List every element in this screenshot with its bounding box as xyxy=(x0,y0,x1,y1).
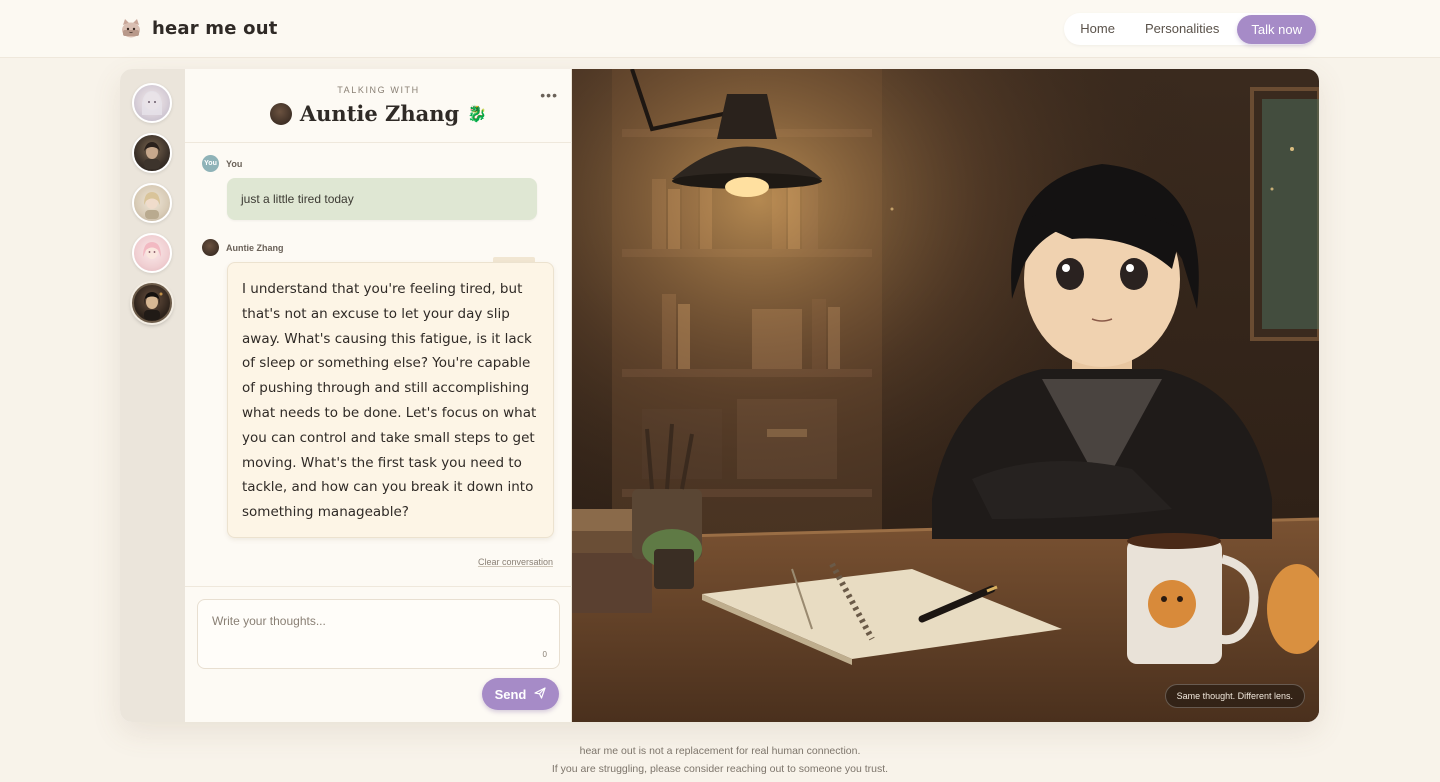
footer-line-2: If you are struggling, please consider r… xyxy=(551,763,889,775)
send-label: Send xyxy=(494,686,527,702)
nav-personalities-link[interactable]: Personalities xyxy=(1133,13,1231,45)
persona-title: Auntie Zhang 🐉 xyxy=(185,101,572,126)
personality-avatar-blonde[interactable] xyxy=(132,183,172,223)
brand-name: hear me out xyxy=(152,17,278,39)
bot-message-label: Auntie Zhang xyxy=(202,239,284,256)
send-button[interactable]: Send xyxy=(482,678,559,710)
talk-now-button[interactable]: Talk now xyxy=(1237,14,1316,44)
chat-panel: TALKING WITH Auntie Zhang 🐉 ••• You You … xyxy=(185,69,572,722)
office-scene-illustration xyxy=(572,69,1319,722)
talking-with-label: TALKING WITH xyxy=(337,85,420,95)
scene-caption: Same thought. Different lens. xyxy=(1164,684,1305,708)
clear-conversation-link[interactable]: Clear conversation xyxy=(478,557,553,567)
dragon-icon: 🐉 xyxy=(467,105,488,123)
bot-message-bubble: I understand that you're feeling tired, … xyxy=(227,262,554,538)
more-options-icon[interactable]: ••• xyxy=(540,87,558,103)
persona-name: Auntie Zhang xyxy=(299,101,460,126)
brand[interactable]: hear me out xyxy=(120,17,278,39)
user-message-bubble: just a little tired today xyxy=(227,178,537,220)
composer-divider xyxy=(185,586,572,587)
chat-header: TALKING WITH Auntie Zhang 🐉 ••• xyxy=(185,69,572,143)
persona-scene-illustration: Same thought. Different lens. xyxy=(572,69,1319,722)
user-avatar: You xyxy=(202,155,219,172)
paper-plane-icon xyxy=(534,686,546,702)
personality-avatar-dark[interactable] xyxy=(132,133,172,173)
char-count: 0 xyxy=(542,650,547,659)
bot-avatar xyxy=(202,239,219,256)
persona-avatar xyxy=(269,102,292,125)
message-input[interactable] xyxy=(212,614,532,628)
main-nav: Home Personalities Talk now xyxy=(1064,13,1316,45)
bot-name: Auntie Zhang xyxy=(226,242,284,253)
personality-avatar-pink[interactable] xyxy=(132,233,172,273)
personality-avatar-auntie-zhang[interactable] xyxy=(132,283,172,323)
footer-disclaimer: hear me out is not a replacement for rea… xyxy=(0,742,1440,778)
nav-home-link[interactable]: Home xyxy=(1068,13,1127,45)
personality-rail xyxy=(120,69,185,722)
personality-avatar-silver[interactable] xyxy=(132,83,172,123)
top-bar: hear me out Home Personalities Talk now xyxy=(0,0,1440,58)
footer-line-1: hear me out is not a replacement for rea… xyxy=(579,745,861,757)
user-message-label: You You xyxy=(202,155,242,172)
composer-box[interactable]: 0 xyxy=(197,599,560,669)
cat-face-icon xyxy=(120,17,142,39)
chat-card: TALKING WITH Auntie Zhang 🐉 ••• You You … xyxy=(120,69,1319,722)
user-name: You xyxy=(226,158,243,169)
